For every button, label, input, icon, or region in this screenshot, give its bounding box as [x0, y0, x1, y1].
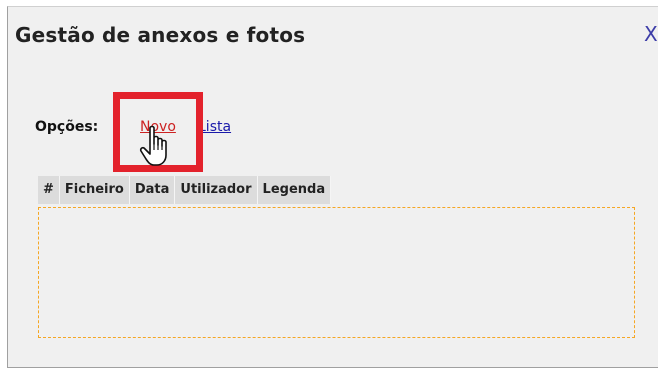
dialog-title: Gestão de anexos e fotos [15, 23, 306, 47]
attachments-list-area[interactable] [38, 207, 635, 338]
attachments-dialog: Gestão de anexos e fotos X Opções: Novo … [7, 6, 658, 368]
column-header-number: # [38, 176, 60, 204]
column-header-file: Ficheiro [60, 176, 130, 204]
table-header: # Ficheiro Data Utilizador Legenda [38, 176, 332, 204]
options-label: Opções: [35, 119, 99, 135]
close-button[interactable]: X [644, 21, 658, 47]
hand-pointer-icon [139, 125, 167, 166]
column-header-date: Data [130, 176, 176, 204]
column-header-caption: Legenda [258, 176, 332, 204]
column-header-user: Utilizador [175, 176, 258, 204]
